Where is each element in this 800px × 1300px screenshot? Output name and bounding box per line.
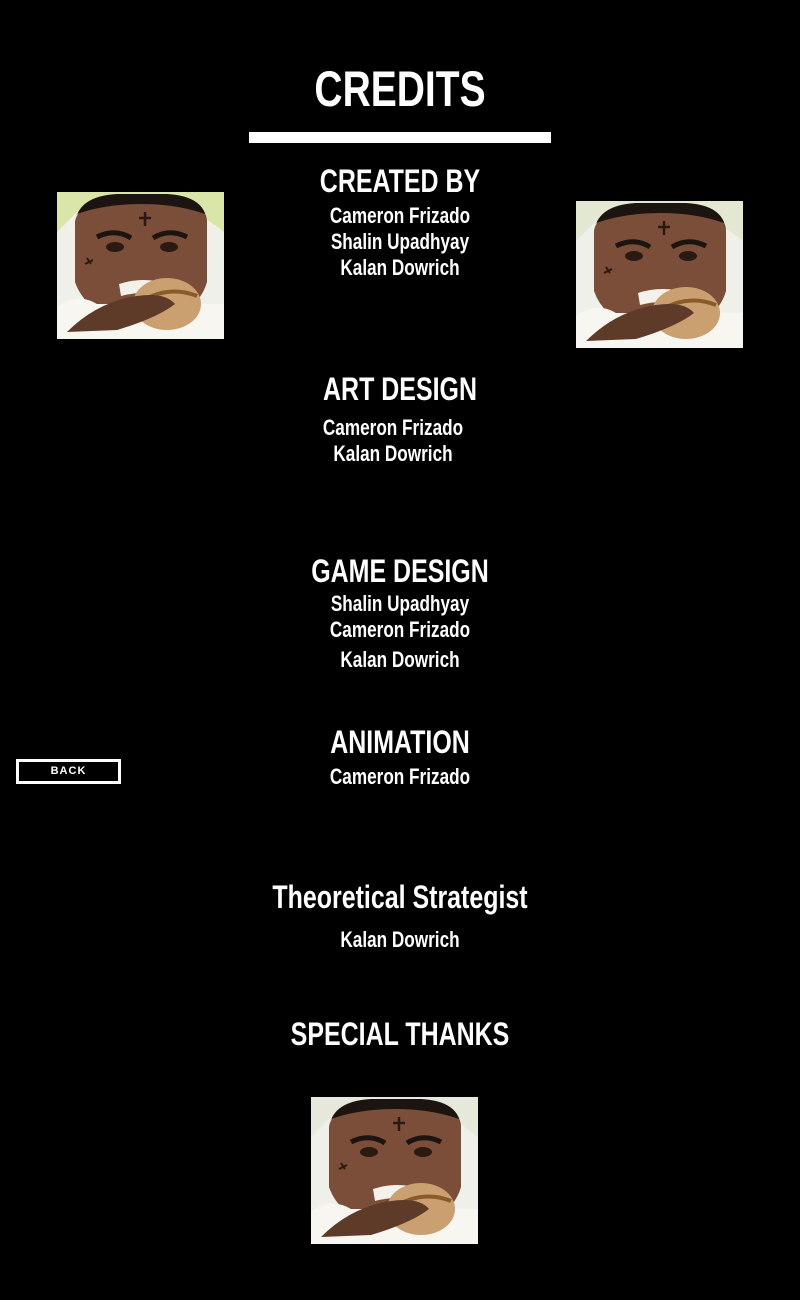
back-button[interactable]: BACK <box>16 759 121 784</box>
credit-name: Shalin Upadhyay <box>330 591 470 616</box>
portrait-image <box>57 192 224 339</box>
credit-name: Kalan Dowrich <box>340 927 460 952</box>
section-heading-game-design: GAME DESIGN <box>311 553 489 589</box>
section-heading-art-design: ART DESIGN <box>323 371 477 407</box>
credit-name: Cameron Frizado <box>322 415 464 440</box>
section-heading-animation: ANIMATION <box>330 724 470 760</box>
title-divider <box>249 132 551 143</box>
section-heading-theoretical-strategist: Theoretical Strategist <box>272 879 528 915</box>
credit-name: Kalan Dowrich <box>340 647 460 672</box>
section-heading-special-thanks: SPECIAL THANKS <box>290 1016 510 1052</box>
portrait-image <box>311 1097 478 1244</box>
credit-name: Kalan Dowrich <box>333 441 453 466</box>
portrait-image <box>576 201 743 348</box>
credit-name: Cameron Frizado <box>329 617 471 642</box>
page-title: CREDITS <box>314 61 486 117</box>
credit-name: Cameron Frizado <box>329 764 471 789</box>
